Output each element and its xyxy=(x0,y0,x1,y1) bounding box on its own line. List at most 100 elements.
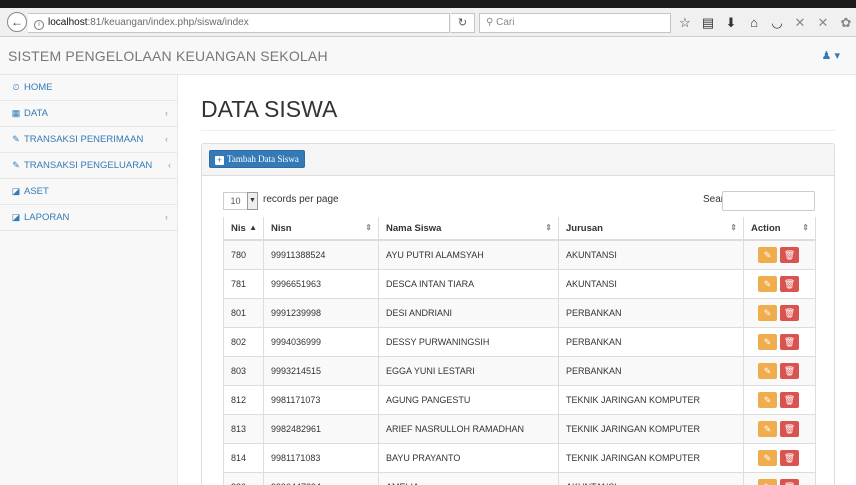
app-brand[interactable]: SISTEM PENGELOLAAN KEUANGAN SEKOLAH xyxy=(8,48,328,64)
records-per-page-select[interactable]: 10 ▼ xyxy=(223,192,258,210)
cell-jurusan: TEKNIK JARINGAN KOMPUTER xyxy=(558,413,744,443)
sidebar-item-laporan[interactable]: ◪ LAPORAN ‹ xyxy=(0,205,177,231)
trash-icon: 🗑 xyxy=(783,307,796,318)
table-header-row: Nis ▲ Nisn ⇕ Nama Siswa ⇕ Jurusan ⇕ Action ⇕ xyxy=(223,217,816,241)
cell-nisn: 9982482961 xyxy=(263,413,379,443)
book-icon: ◪ xyxy=(11,186,21,196)
table-row: 801 9991239998 DESI ANDRIANI PERBANKAN ✎ 🗑 xyxy=(223,297,816,327)
delete-button[interactable]: 🗑 xyxy=(780,246,799,263)
pencil-icon: ✎ xyxy=(763,249,772,260)
delete-button[interactable]: 🗑 xyxy=(780,420,799,437)
column-header-nis[interactable]: Nis ▲ xyxy=(223,217,264,241)
trash-icon: 🗑 xyxy=(783,365,796,376)
delete-button[interactable]: 🗑 xyxy=(780,391,799,408)
book-icon: ◪ xyxy=(11,212,21,222)
records-per-page-label: records per page xyxy=(263,194,339,205)
delete-button[interactable]: 🗑 xyxy=(780,275,799,292)
reload-icon[interactable]: ↻ xyxy=(451,13,475,33)
cell-action: ✎🗑 xyxy=(743,297,816,327)
edit-button[interactable]: ✎ xyxy=(758,333,777,350)
edit-button[interactable]: ✎ xyxy=(758,420,777,437)
cell-nama-siswa: DESI ANDRIANI xyxy=(378,297,559,327)
url-path: :81/keuangan/index.php/siswa/index xyxy=(87,17,249,28)
column-header-nama-siswa[interactable]: Nama Siswa ⇕ xyxy=(378,217,559,241)
data-panel: + Tambah Data Siswa 10 ▼ records per page… xyxy=(201,143,835,485)
sidebar-item-aset[interactable]: ◪ ASET xyxy=(0,179,177,205)
cell-jurusan: PERBANKAN xyxy=(558,355,744,385)
extension-icon-3[interactable]: ✿ xyxy=(839,15,853,31)
delete-button[interactable]: 🗑 xyxy=(780,478,799,485)
cell-nisn: 9981171083 xyxy=(263,442,379,472)
address-bar[interactable]: i localhost:81/keuangan/index.php/siswa/i… xyxy=(28,13,450,33)
info-icon[interactable]: i xyxy=(34,20,44,30)
cell-nama-siswa: DESCA INTAN TIARA xyxy=(378,268,559,298)
reading-list-icon[interactable]: ▤ xyxy=(701,15,715,31)
edit-button[interactable]: ✎ xyxy=(758,391,777,408)
main-content: DATA SISWA + Tambah Data Siswa 10 ▼ recor… xyxy=(178,75,856,485)
delete-button[interactable]: 🗑 xyxy=(780,449,799,466)
edit-button[interactable]: ✎ xyxy=(758,449,777,466)
sidebar-item-data[interactable]: ▦ DATA ‹ xyxy=(0,101,177,127)
sidebar-item-transaksi-penerimaan[interactable]: ✎ TRANSAKSI PENERIMAAN ‹ xyxy=(0,127,177,153)
cell-nama-siswa: AMELIA xyxy=(378,471,559,485)
table-row: 813 9982482961 ARIEF NASRULLOH RAMADHAN TEK… xyxy=(223,413,816,443)
sort-icon: ⇕ xyxy=(365,223,372,232)
cell-nisn: 9994036999 xyxy=(263,326,379,356)
edit-icon: ✎ xyxy=(12,134,20,144)
sidebar-item-label: DATA xyxy=(24,108,48,119)
back-arrow-icon[interactable]: ← xyxy=(7,12,27,32)
table-row: 812 9981171073 AGUNG PANGESTU TEKNIK JARING… xyxy=(223,384,816,414)
home-icon[interactable]: ⌂ xyxy=(747,15,761,31)
column-header-nisn[interactable]: Nisn ⇕ xyxy=(263,217,379,241)
sidebar-item-label: TRANSAKSI PENGELUARAN xyxy=(24,160,153,171)
page-title: DATA SISWA xyxy=(201,96,338,122)
sidebar: ⏲ HOME ▦ DATA ‹ ✎ TRANSAKSI PENERIMAAN ‹ ✎ T… xyxy=(0,75,178,485)
column-header-action[interactable]: Action ⇕ xyxy=(743,217,816,241)
edit-icon: ✎ xyxy=(12,160,20,170)
delete-button[interactable]: 🗑 xyxy=(780,304,799,321)
trash-icon: 🗑 xyxy=(783,452,796,463)
cell-action: ✎🗑 xyxy=(743,326,816,356)
dashboard-icon: ⏲ xyxy=(12,82,20,92)
edit-button[interactable]: ✎ xyxy=(758,304,777,321)
sidebar-item-home[interactable]: ⏲ HOME xyxy=(0,75,177,101)
cell-action: ✎🗑 xyxy=(743,471,816,485)
trash-icon: 🗑 xyxy=(783,336,796,347)
cell-nis: 812 xyxy=(223,384,264,414)
delete-button[interactable]: 🗑 xyxy=(780,333,799,350)
bookmark-star-icon[interactable]: ☆ xyxy=(678,15,692,31)
extension-icon[interactable]: ✕ xyxy=(793,15,807,31)
sort-icon: ⇕ xyxy=(730,223,737,232)
pencil-icon: ✎ xyxy=(763,336,772,347)
edit-button[interactable]: ✎ xyxy=(758,478,777,485)
sort-asc-icon: ▲ xyxy=(249,223,257,232)
pencil-icon: ✎ xyxy=(763,278,772,289)
cell-nis: 780 xyxy=(223,239,264,269)
table-row: 780 99911388524 AYU PUTRI ALAMSYAH AKUNTANS… xyxy=(223,239,816,269)
add-student-button[interactable]: + Tambah Data Siswa xyxy=(209,150,305,168)
user-icon: ♟ xyxy=(821,50,832,62)
sidebar-item-label: TRANSAKSI PENERIMAAN xyxy=(24,134,144,145)
pencil-icon: ✎ xyxy=(763,423,772,434)
edit-button[interactable]: ✎ xyxy=(758,275,777,292)
cell-action: ✎🗑 xyxy=(743,268,816,298)
cell-nisn: 9991239998 xyxy=(263,297,379,327)
download-icon[interactable]: ⬇ xyxy=(724,15,738,31)
cell-nis: 813 xyxy=(223,413,264,443)
user-dropdown[interactable]: ♟ ▾ xyxy=(822,49,840,62)
edit-button[interactable]: ✎ xyxy=(758,362,777,379)
search-input[interactable] xyxy=(722,191,815,211)
sidebar-item-label: ASET xyxy=(24,186,49,197)
extension-icon-2[interactable]: ✕ xyxy=(816,15,830,31)
delete-button[interactable]: 🗑 xyxy=(780,362,799,379)
column-header-jurusan[interactable]: Jurusan ⇕ xyxy=(558,217,744,241)
sidebar-item-transaksi-pengeluaran[interactable]: ✎ TRANSAKSI PENGELUARAN ‹ xyxy=(0,153,177,179)
sort-icon: ⇕ xyxy=(802,223,809,232)
table-row: 781 9996651963 DESCA INTAN TIARA AKUNTANSI ✎… xyxy=(223,268,816,298)
browser-search-placeholder: Cari xyxy=(496,17,515,28)
edit-button[interactable]: ✎ xyxy=(758,246,777,263)
cell-jurusan: PERBANKAN xyxy=(558,326,744,356)
app-navbar: SISTEM PENGELOLAAN KEUANGAN SEKOLAH ♟ ▾ xyxy=(0,37,856,75)
pocket-icon[interactable]: ◡ xyxy=(770,15,784,31)
browser-search-input[interactable]: ⚲ Cari xyxy=(479,13,671,33)
